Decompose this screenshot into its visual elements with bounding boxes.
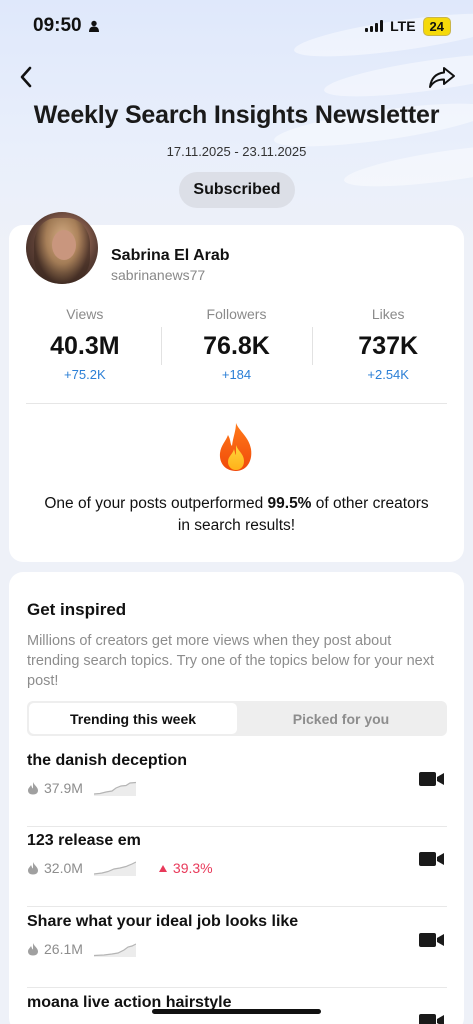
- stat-followers: Followers 76.8K +184: [160, 305, 313, 395]
- topic-views: 37.9M: [44, 780, 83, 796]
- stat-label: Likes: [371, 306, 405, 322]
- stats-row: Views 40.3M +75.2K Followers 76.8K +184 …: [9, 305, 464, 395]
- topic-item[interactable]: the danish deception 37.9M: [27, 752, 447, 832]
- stat-label: Views: [66, 306, 104, 322]
- video-camera-icon[interactable]: [419, 1012, 445, 1024]
- person-icon: [88, 20, 99, 32]
- network-label: LTE: [390, 18, 416, 34]
- tab-picked-for-you[interactable]: Picked for you: [237, 703, 445, 734]
- percentile-value: 99.5%: [267, 495, 312, 512]
- stat-delta: +184: [221, 367, 252, 382]
- signal-icon: [365, 20, 384, 32]
- flame-icon: [28, 782, 38, 795]
- topic-item[interactable]: 123 release em 32.0M 39.3%: [27, 832, 447, 912]
- status-time: 09:50: [33, 15, 100, 37]
- topic-tabs: Trending this week Picked for you: [27, 701, 447, 736]
- section-description: Millions of creators get more views when…: [27, 633, 435, 689]
- stat-value: 40.3M: [50, 332, 120, 360]
- topic-title: 123 release em: [27, 832, 141, 849]
- battery-indicator: 24: [422, 16, 451, 36]
- stat-label: Followers: [206, 306, 267, 322]
- flame-icon: [28, 943, 38, 956]
- stat-views: Views 40.3M +75.2K: [9, 305, 161, 395]
- clock-text: 09:50: [33, 15, 82, 36]
- section-title: Get inspired: [27, 600, 127, 619]
- avatar[interactable]: [26, 212, 98, 284]
- trend-sparkline: [93, 781, 136, 796]
- stat-likes: Likes 737K +2.54K: [312, 305, 464, 395]
- topic-views: 32.0M: [44, 860, 83, 876]
- profile-name: Sabrina El Arab: [111, 247, 230, 264]
- stat-value: 76.8K: [203, 332, 270, 360]
- page-title: Weekly Search Insights Newsletter: [33, 101, 440, 129]
- message-text: One of your posts outperformed: [44, 495, 268, 512]
- video-camera-icon[interactable]: [419, 850, 445, 868]
- home-indicator[interactable]: [152, 1009, 321, 1014]
- video-camera-icon[interactable]: [419, 931, 445, 949]
- profile-card: Sabrina El Arab sabrinanews77 Views 40.3…: [9, 212, 464, 562]
- subscribed-button[interactable]: Subscribed: [179, 172, 295, 208]
- fire-icon: [219, 423, 252, 471]
- stat-value: 737K: [358, 332, 419, 360]
- topic-item[interactable]: Share what your ideal job looks like 26.…: [27, 913, 447, 993]
- share-icon[interactable]: [427, 62, 457, 92]
- topic-views: 26.1M: [44, 941, 83, 957]
- profile-handle: sabrinanews77: [111, 267, 206, 283]
- growth-value: 39.3%: [172, 860, 213, 876]
- video-camera-icon[interactable]: [419, 770, 445, 788]
- stat-delta: +2.54K: [367, 367, 409, 382]
- top-navigation: [0, 60, 473, 94]
- outperform-message: One of your posts outperformed 99.5% of …: [39, 493, 434, 537]
- date-range: 17.11.2025 - 23.11.2025: [166, 144, 307, 159]
- stat-delta: +75.2K: [64, 367, 106, 382]
- tab-trending-this-week[interactable]: Trending this week: [29, 703, 237, 734]
- growth-indicator: 39.3%: [158, 860, 213, 876]
- trend-sparkline: [93, 861, 136, 876]
- divider: [26, 403, 447, 404]
- up-arrow-icon: [158, 864, 167, 872]
- flame-icon: [28, 862, 38, 875]
- topic-title: Share what your ideal job looks like: [27, 913, 299, 930]
- status-bar: 09:50 LTE 24: [0, 0, 473, 52]
- topic-title: the danish deception: [27, 752, 188, 769]
- trend-sparkline: [93, 943, 136, 957]
- back-arrow-icon[interactable]: [14, 62, 40, 92]
- get-inspired-card: Get inspired Millions of creators get mo…: [9, 572, 464, 1024]
